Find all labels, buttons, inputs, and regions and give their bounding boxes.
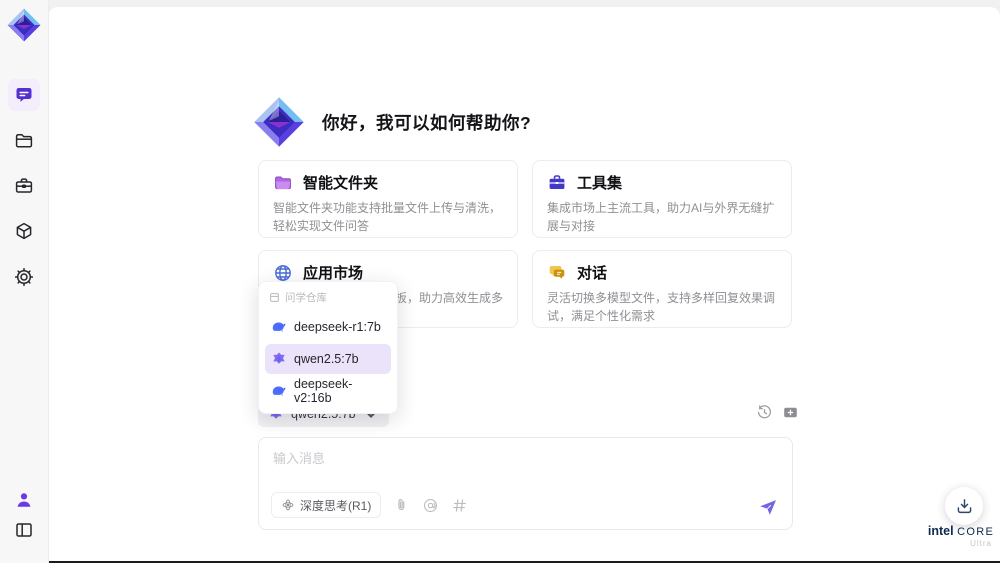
app-logo[interactable] — [6, 6, 42, 44]
sidebar-item-settings[interactable] — [14, 267, 34, 287]
folder-icon — [14, 131, 34, 151]
send-button[interactable] — [757, 496, 779, 518]
toolset-briefcase-icon — [547, 173, 567, 193]
model-option-qwen[interactable]: qwen2.5:7b — [265, 344, 391, 374]
download-icon — [955, 497, 974, 516]
sidebar-item-panel-toggle[interactable] — [14, 520, 34, 540]
qwen-icon — [271, 351, 287, 367]
chat-bubble-icon — [14, 85, 34, 105]
card-desc: 灵活切换多模型文件，支持多样回复效果调试，满足个性化需求 — [547, 291, 776, 323]
assistant-gem-logo — [252, 94, 306, 150]
atom-icon — [281, 498, 295, 512]
model-dropdown-header: 问学仓库 — [265, 287, 391, 310]
model-option-deepseek-r1[interactable]: deepseek-r1:7b — [265, 312, 391, 342]
sidebar — [0, 0, 49, 563]
sidebar-item-profile[interactable] — [14, 490, 34, 510]
download-button[interactable] — [945, 487, 983, 525]
mention-icon[interactable] — [422, 497, 439, 514]
history-icon[interactable] — [756, 404, 773, 421]
attachment-icon[interactable] — [393, 497, 410, 514]
briefcase-icon — [14, 176, 34, 196]
app-market-globe-icon — [273, 263, 293, 283]
sidebar-item-apps[interactable] — [14, 221, 34, 241]
new-window-icon[interactable] — [782, 404, 799, 421]
model-option-deepseek-v2[interactable]: deepseek-v2:16b — [265, 376, 391, 406]
greeting-title: 你好，我可以如何帮助你? — [322, 112, 532, 133]
deep-think-toggle[interactable]: 深度思考(R1) — [271, 492, 382, 518]
intel-badge-sub: Ultra — [970, 539, 992, 548]
sidebar-item-folders[interactable] — [14, 131, 34, 151]
app-window: 你好，我可以如何帮助你? 智能文件夹 智能文件夹功能支持批量文件上传与清洗，轻松… — [0, 0, 1000, 563]
repository-icon — [269, 292, 280, 303]
message-input[interactable] — [273, 448, 743, 490]
chat-actions — [756, 404, 799, 421]
panel-layout-icon — [14, 520, 34, 540]
card-smart-folder[interactable]: 智能文件夹 智能文件夹功能支持批量文件上传与清洗，轻松实现文件问答 — [258, 160, 518, 238]
model-dropdown: 问学仓库 deepseek-r1:7b qwen2.5:7b deepseek-… — [258, 281, 398, 414]
card-title: 工具集 — [577, 175, 623, 192]
sidebar-item-chat[interactable] — [8, 79, 40, 111]
composer-tools: 深度思考(R1) — [271, 492, 468, 518]
card-desc: 智能文件夹功能支持批量文件上传与清洗，轻松实现文件问答 — [273, 201, 502, 233]
intel-logo-text: intel — [927, 524, 954, 538]
gem-logo-icon — [6, 6, 42, 44]
dialogue-bubbles-icon — [547, 263, 567, 283]
deepseek-icon — [271, 383, 287, 399]
cube-icon — [14, 221, 34, 241]
smart-folder-icon — [273, 173, 293, 193]
card-desc: 集成市场上主流工具，助力AI与外界无缝扩展与对接 — [547, 201, 775, 233]
composer: 深度思考(R1) — [258, 437, 793, 530]
gear-icon — [14, 267, 34, 287]
person-icon — [14, 490, 34, 510]
sidebar-item-toolbox[interactable] — [14, 176, 34, 196]
card-toolset[interactable]: 工具集 集成市场上主流工具，助力AI与外界无缝扩展与对接 — [532, 160, 792, 238]
deepseek-icon — [271, 319, 287, 335]
card-title: 智能文件夹 — [303, 175, 379, 192]
intel-core-badge: intel CORE Ultra — [924, 524, 998, 548]
card-dialogue[interactable]: 对话 灵活切换多模型文件，支持多样回复效果调试，满足个性化需求 — [532, 250, 792, 328]
card-title: 对话 — [577, 265, 608, 282]
greeting-row: 你好，我可以如何帮助你? — [252, 94, 531, 150]
card-title: 应用市场 — [303, 265, 364, 282]
hashtag-icon[interactable] — [451, 497, 468, 514]
